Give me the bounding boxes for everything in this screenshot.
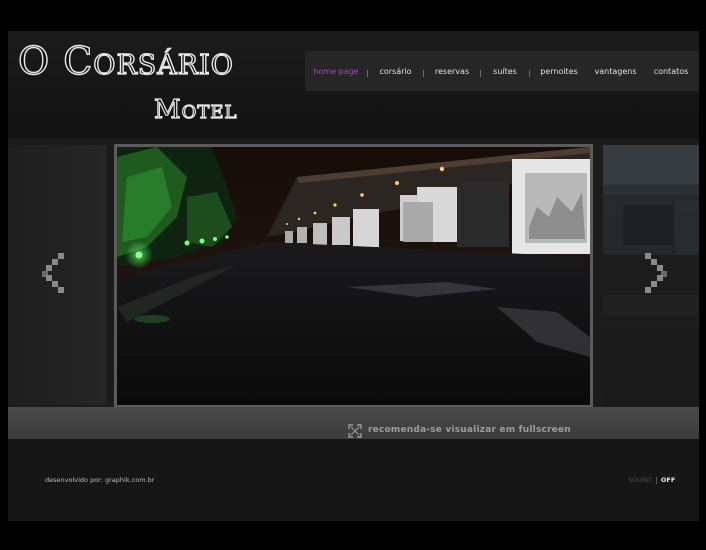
fullscreen-recommendation[interactable]: recomenda-se visualizar em fullscreen [368, 425, 571, 435]
prev-slide-button[interactable] [42, 253, 68, 293]
sound-off-button[interactable]: OFF [661, 476, 675, 484]
header: O Corsário Motel home page corsário rese… [8, 31, 699, 126]
image-slider [8, 119, 699, 408]
nav-item-home-page[interactable]: home page [305, 67, 367, 76]
slider-top-band [8, 119, 699, 139]
next-slide-button[interactable] [641, 253, 667, 293]
nav-item-pernoites[interactable]: pernoites [530, 67, 588, 76]
nav-item-reservas[interactable]: reservas [424, 67, 480, 76]
nav-item-suites[interactable]: suítes [481, 67, 529, 76]
page-frame: O Corsário Motel home page corsário rese… [8, 31, 699, 521]
fullscreen-bar: recomenda-se visualizar em fullscreen [8, 407, 699, 439]
sound-toggle: SOUND OFF [628, 476, 675, 484]
photo-frame [117, 147, 590, 405]
sound-divider [655, 476, 657, 484]
fullscreen-icon[interactable] [348, 424, 362, 438]
nav-item-vantagens[interactable]: vantagens [588, 67, 643, 76]
motel-night-photo [117, 147, 590, 405]
chevron-right-icon [645, 253, 667, 293]
logo-title[interactable]: O Corsário [17, 38, 234, 83]
nav-item-contatos[interactable]: contatos [643, 67, 699, 76]
featured-photo[interactable] [114, 144, 593, 408]
sound-label: SOUND [628, 476, 652, 484]
developer-credit[interactable]: desenvolvido por: graphik.com.br [45, 476, 154, 484]
chevron-left-icon [42, 253, 64, 293]
main-nav: home page corsário reservas suítes perno… [305, 51, 699, 91]
nav-item-corsario[interactable]: corsário [368, 67, 423, 76]
